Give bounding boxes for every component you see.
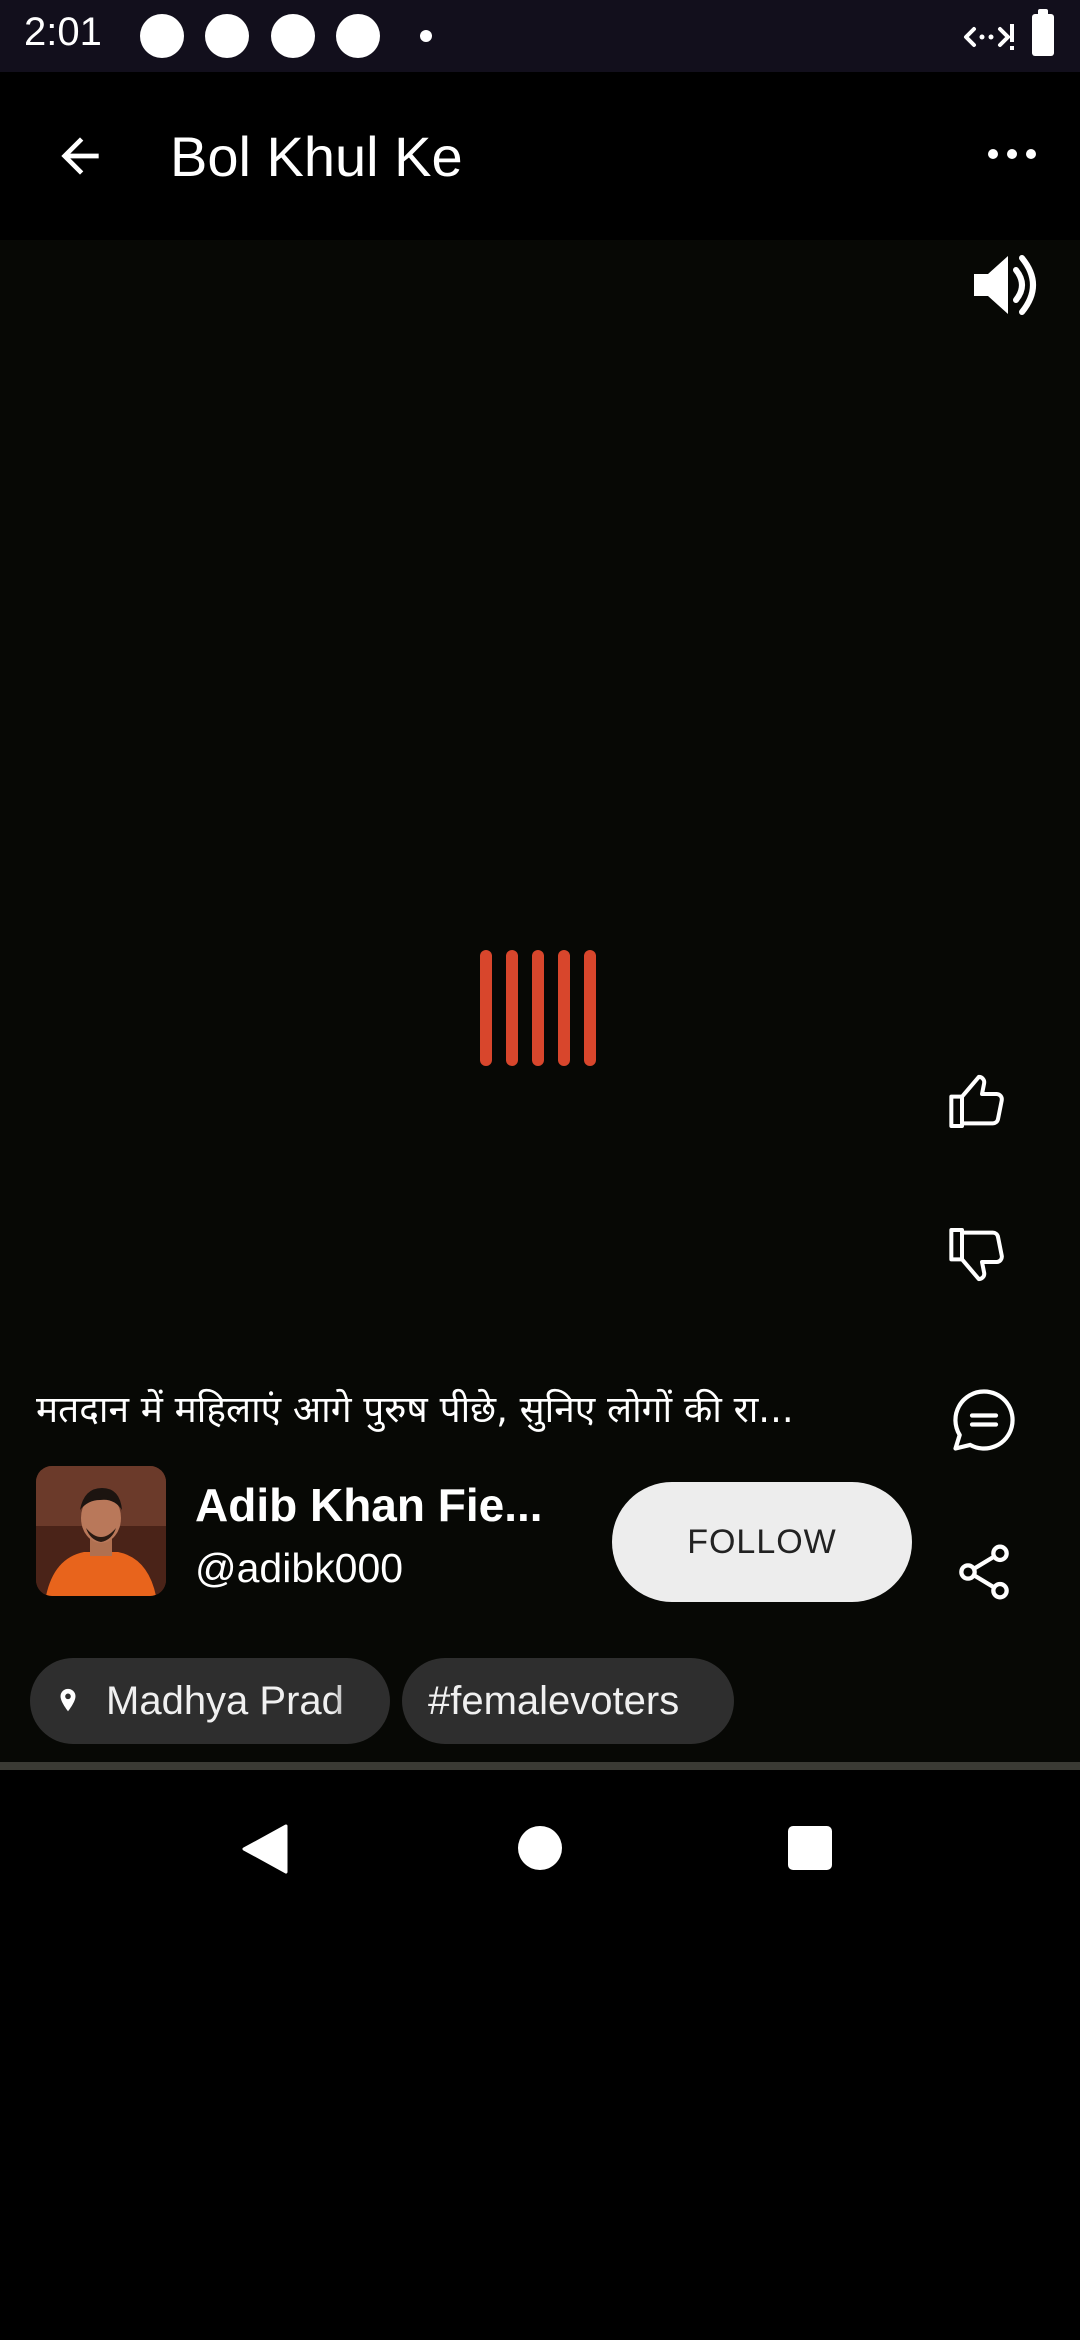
avatar[interactable] <box>36 1466 166 1596</box>
wifi-off-icon <box>964 24 1014 50</box>
status-time: 2:01 <box>24 10 102 54</box>
video-progress-bar[interactable] <box>0 1762 1080 1770</box>
post-caption[interactable]: मतदान में महिलाएं आगे पुरुष पीछे, सुनिए … <box>36 1382 794 1433</box>
location-label: Madhya Prad <box>106 1678 344 1723</box>
share-icon <box>959 1544 1009 1600</box>
hashtag-chip[interactable]: #femalevoters <box>402 1658 734 1744</box>
comment-icon <box>953 1389 1015 1451</box>
battery-icon <box>1032 9 1054 56</box>
app-bar: Bol Khul Ke <box>0 72 1080 240</box>
arrow-back-icon <box>61 137 99 175</box>
nav-home-icon[interactable] <box>518 1826 562 1870</box>
location-chip[interactable]: Madhya Prad <box>30 1658 390 1744</box>
loading-indicator <box>480 950 596 1066</box>
volume-on-icon[interactable] <box>970 250 1046 320</box>
nav-recents-icon[interactable] <box>788 1826 832 1870</box>
navigation-bar <box>0 1770 1080 1926</box>
creator-name[interactable]: Adib Khan Fie... <box>195 1478 543 1532</box>
comment-button[interactable] <box>942 1378 1026 1462</box>
location-pin-icon <box>60 1688 76 1712</box>
thumbs-up-icon <box>949 1074 1004 1128</box>
dislike-button[interactable] <box>936 1212 1020 1296</box>
nav-back-icon[interactable] <box>240 1824 288 1874</box>
more-options-button[interactable] <box>972 124 1052 184</box>
thumbs-down-icon <box>949 1228 1004 1282</box>
like-button[interactable] <box>936 1060 1020 1144</box>
follow-button[interactable]: FOLLOW <box>612 1482 912 1602</box>
video-player[interactable]: मतदान में महिलाएं आगे पुरुष पीछे, सुनिए … <box>0 240 1080 1768</box>
notification-icon <box>205 14 249 58</box>
page-title: Bol Khul Ke <box>170 125 463 188</box>
more-notifications-icon <box>420 30 432 42</box>
notification-icon <box>140 14 184 58</box>
notification-icon <box>271 14 315 58</box>
status-bar: 2:01 <box>0 0 1080 72</box>
hashtag-label: #femalevoters <box>428 1678 680 1723</box>
notification-icon <box>336 14 380 58</box>
creator-handle[interactable]: @adibk000 <box>195 1545 403 1592</box>
share-button[interactable] <box>942 1530 1026 1614</box>
back-button[interactable] <box>44 120 116 192</box>
more-horizontal-icon <box>988 149 998 159</box>
